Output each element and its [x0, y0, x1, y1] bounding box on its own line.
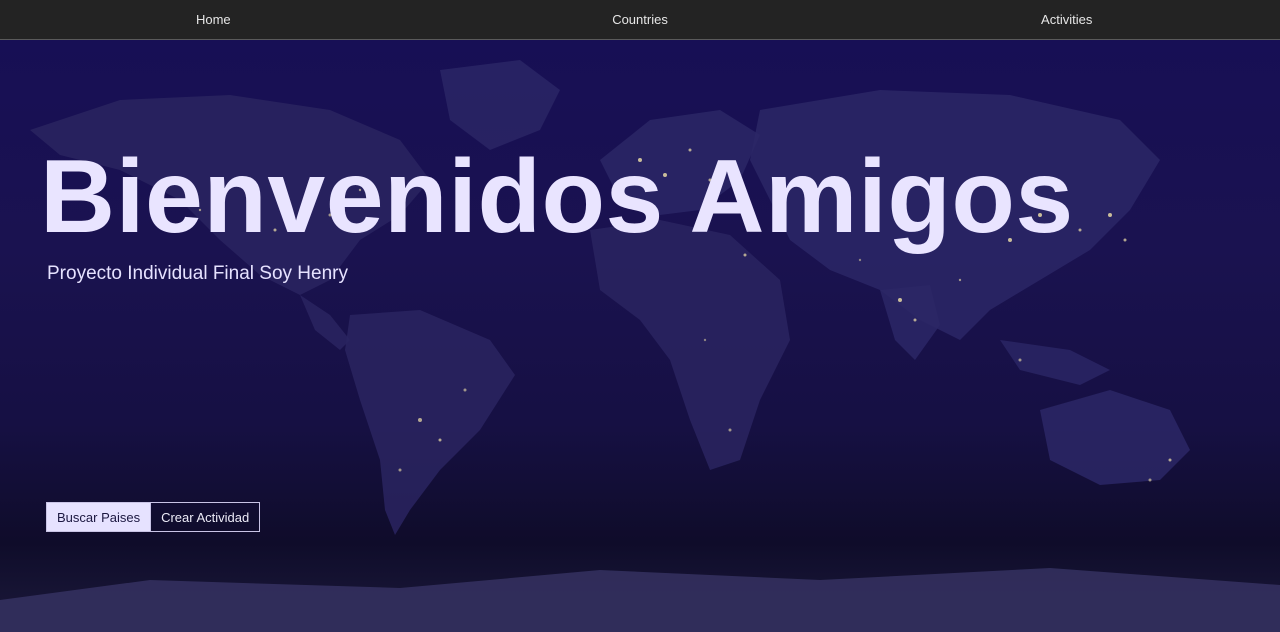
hero-title: Bienvenidos Amigos	[40, 139, 1074, 255]
hero-section: Bienvenidos Amigos Proyecto Individual F…	[0, 40, 1280, 632]
world-map-background	[0, 60, 1280, 632]
nav-link-home[interactable]: Home	[0, 0, 427, 39]
hero-actions: Buscar Paises Crear Actividad	[46, 502, 261, 532]
search-countries-button[interactable]: Buscar Paises	[46, 502, 152, 532]
hero-subtitle: Proyecto Individual Final Soy Henry	[47, 263, 348, 284]
nav-link-activities[interactable]: Activities	[853, 0, 1280, 39]
nav-link-countries[interactable]: Countries	[427, 0, 854, 39]
create-activity-button[interactable]: Crear Actividad	[151, 502, 261, 532]
top-navbar: Home Countries Activities	[0, 0, 1280, 40]
